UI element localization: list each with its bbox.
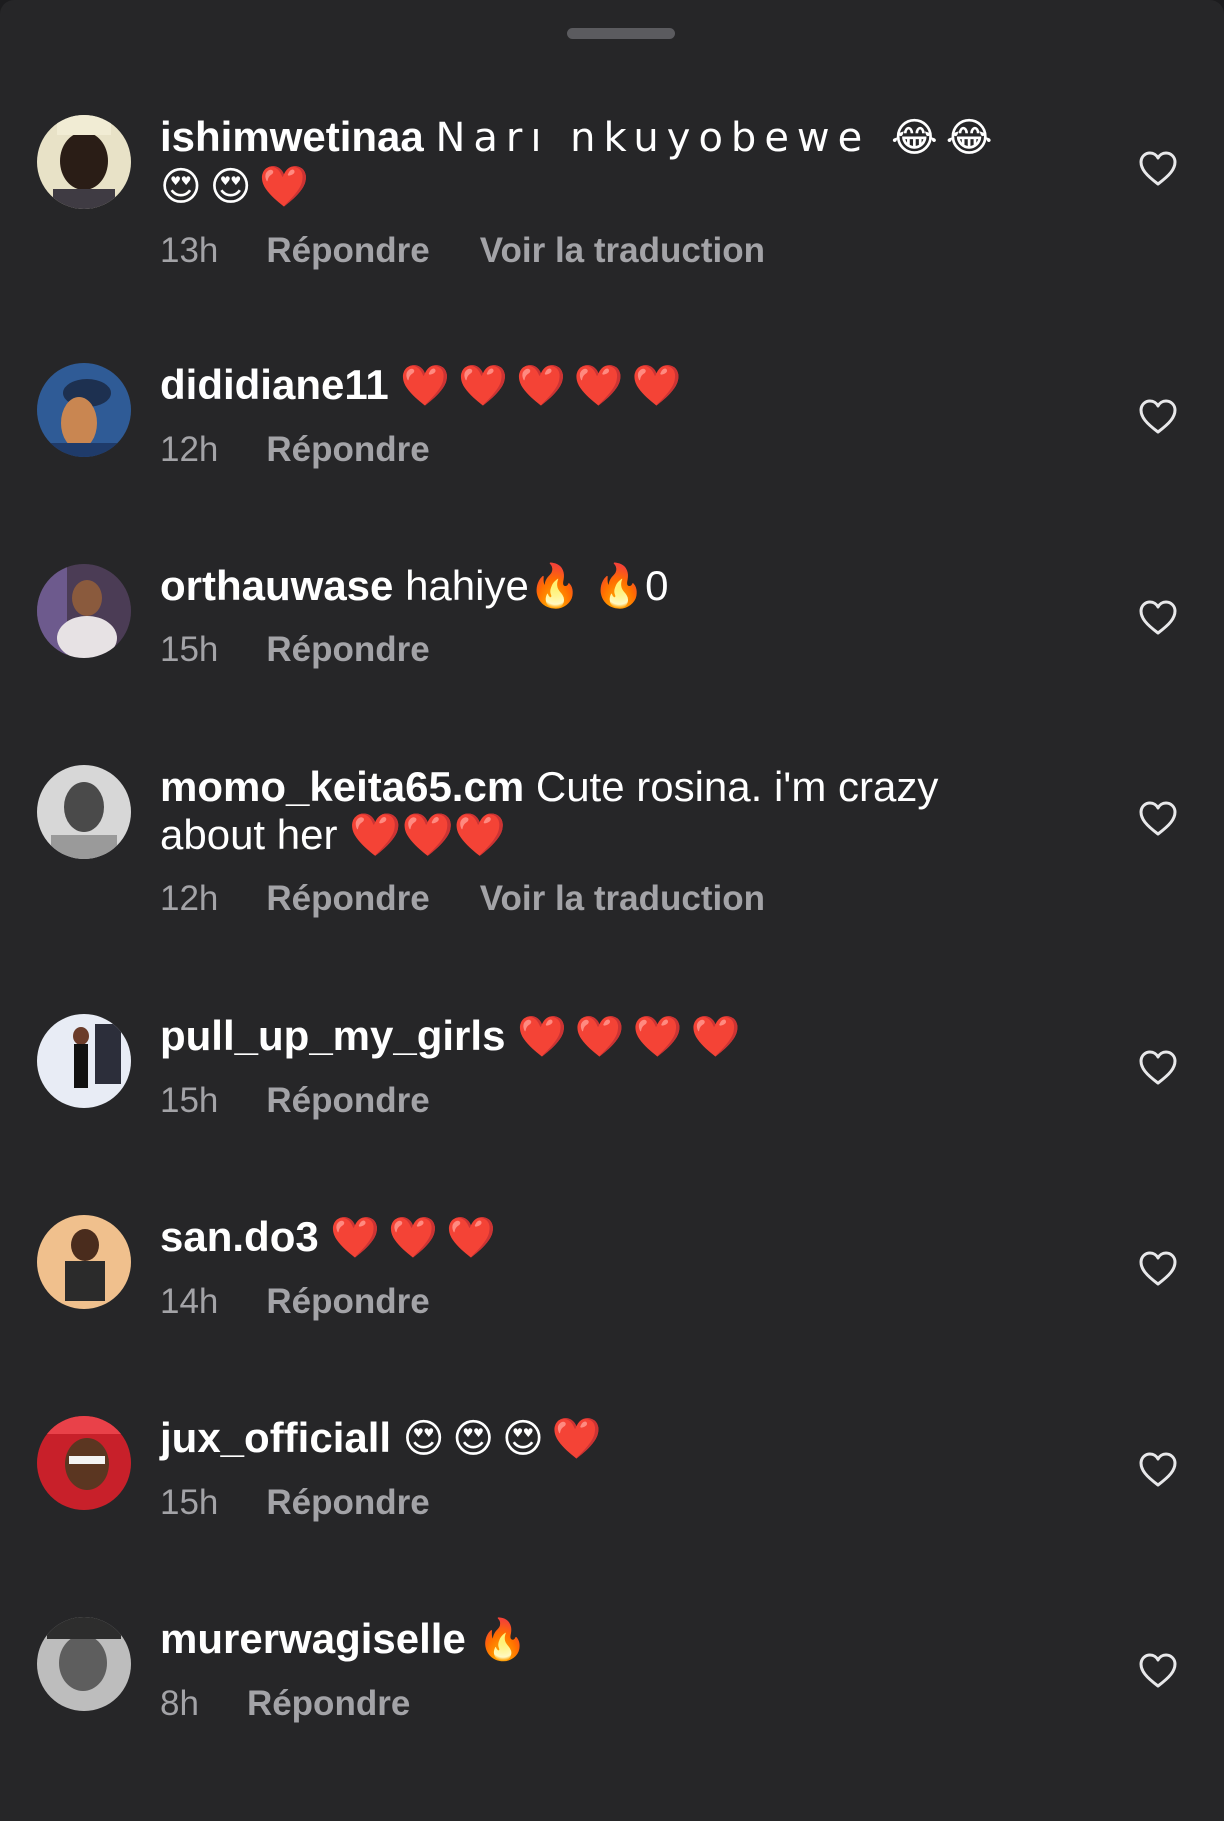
comment-time: 15h [160,630,219,669]
comment-username[interactable]: momo_keita65.cm [160,763,524,810]
reply-button[interactable]: Répondre [266,231,429,271]
comment-meta: 13h Répondre Voir la traduction [160,231,1040,271]
see-translation-button[interactable]: Voir la traduction [480,231,765,271]
comment-username[interactable]: jux_officiall [160,1414,391,1461]
comment-message: 🔥 [477,1617,536,1663]
heart-outline-icon[interactable] [1138,1049,1178,1087]
heart-outline-icon[interactable] [1138,599,1178,637]
comment-text: ishimwetinaa Narı nkuyobewe 😂😂😍😍❤️ [160,113,1040,211]
comment-text: pull_up_my_girls ❤️❤️❤️❤️ [160,1012,1040,1061]
reply-button[interactable]: Répondre [247,1684,410,1724]
reply-button[interactable]: Répondre [266,1483,429,1523]
user-avatar-icon[interactable] [37,1014,131,1108]
comment-time: 12h [160,430,219,469]
heart-outline-icon[interactable] [1138,1250,1178,1288]
reply-button[interactable]: Répondre [266,879,429,919]
comment-text: jux_officiall 😍😍😍❤️ [160,1414,1040,1463]
comment-time: 8h [160,1684,199,1723]
heart-outline-icon[interactable] [1138,398,1178,436]
see-translation-button[interactable]: Voir la traduction [480,879,765,919]
comment-text: murerwagiselle 🔥 [160,1615,1040,1664]
comment-meta: 15h Répondre [160,630,1040,670]
reply-button[interactable]: Répondre [266,630,429,670]
comment-message: ❤️❤️❤️❤️❤️ [400,363,690,409]
comment-meta: 12h Répondre [160,430,1040,470]
comment-username[interactable]: murerwagiselle [160,1615,466,1662]
comment-username[interactable]: san.do3 [160,1213,319,1260]
comment-meta: 8h Répondre [160,1684,1040,1724]
user-avatar-icon[interactable] [37,115,131,209]
reply-button[interactable]: Répondre [266,1282,429,1322]
comment-time: 13h [160,231,219,270]
comment-time: 12h [160,879,219,918]
user-avatar-icon[interactable] [37,564,131,658]
comment-list: ishimwetinaa Narı nkuyobewe 😂😂😍😍❤️ 13h Ré… [0,0,1224,1821]
comment-text: san.do3 ❤️❤️❤️ [160,1213,1040,1262]
user-avatar-icon[interactable] [37,363,131,457]
comment-text: dididiane11 ❤️❤️❤️❤️❤️ [160,361,1040,410]
comment-message: ❤️❤️❤️❤️ [517,1014,749,1060]
comment-time: 15h [160,1081,219,1120]
user-avatar-icon[interactable] [37,1416,131,1510]
heart-outline-icon[interactable] [1138,800,1178,838]
heart-outline-icon[interactable] [1138,150,1178,188]
comment-username[interactable]: orthauwase [160,562,393,609]
comment-text: orthauwase hahiye🔥 🔥0 [160,562,1040,610]
user-avatar-icon[interactable] [37,1215,131,1309]
comment-text: momo_keita65.cm Cute rosina. i'm crazy a… [160,763,1040,859]
user-avatar-icon[interactable] [37,765,131,859]
reply-button[interactable]: Répondre [266,430,429,470]
comment-meta: 15h Répondre [160,1483,1040,1523]
reply-button[interactable]: Répondre [266,1081,429,1121]
comment-username[interactable]: pull_up_my_girls [160,1012,505,1059]
comment-message: 😍😍😍❤️ [402,1416,610,1462]
comment-meta: 15h Répondre [160,1081,1040,1121]
user-avatar-icon[interactable] [37,1617,131,1711]
comment-time: 15h [160,1483,219,1522]
comment-message: ❤️❤️❤️ [330,1215,504,1261]
comments-sheet: ishimwetinaa Narı nkuyobewe 😂😂😍😍❤️ 13h Ré… [0,0,1224,1821]
comment-meta: 14h Répondre [160,1282,1040,1322]
heart-outline-icon[interactable] [1138,1451,1178,1489]
comment-username[interactable]: ishimwetinaa [160,113,424,160]
heart-outline-icon[interactable] [1138,1652,1178,1690]
comment-time: 14h [160,1282,219,1321]
comment-username[interactable]: dididiane11 [160,361,389,408]
comment-message: hahiye🔥 🔥0 [405,562,669,609]
comment-meta: 12h Répondre Voir la traduction [160,879,1040,919]
